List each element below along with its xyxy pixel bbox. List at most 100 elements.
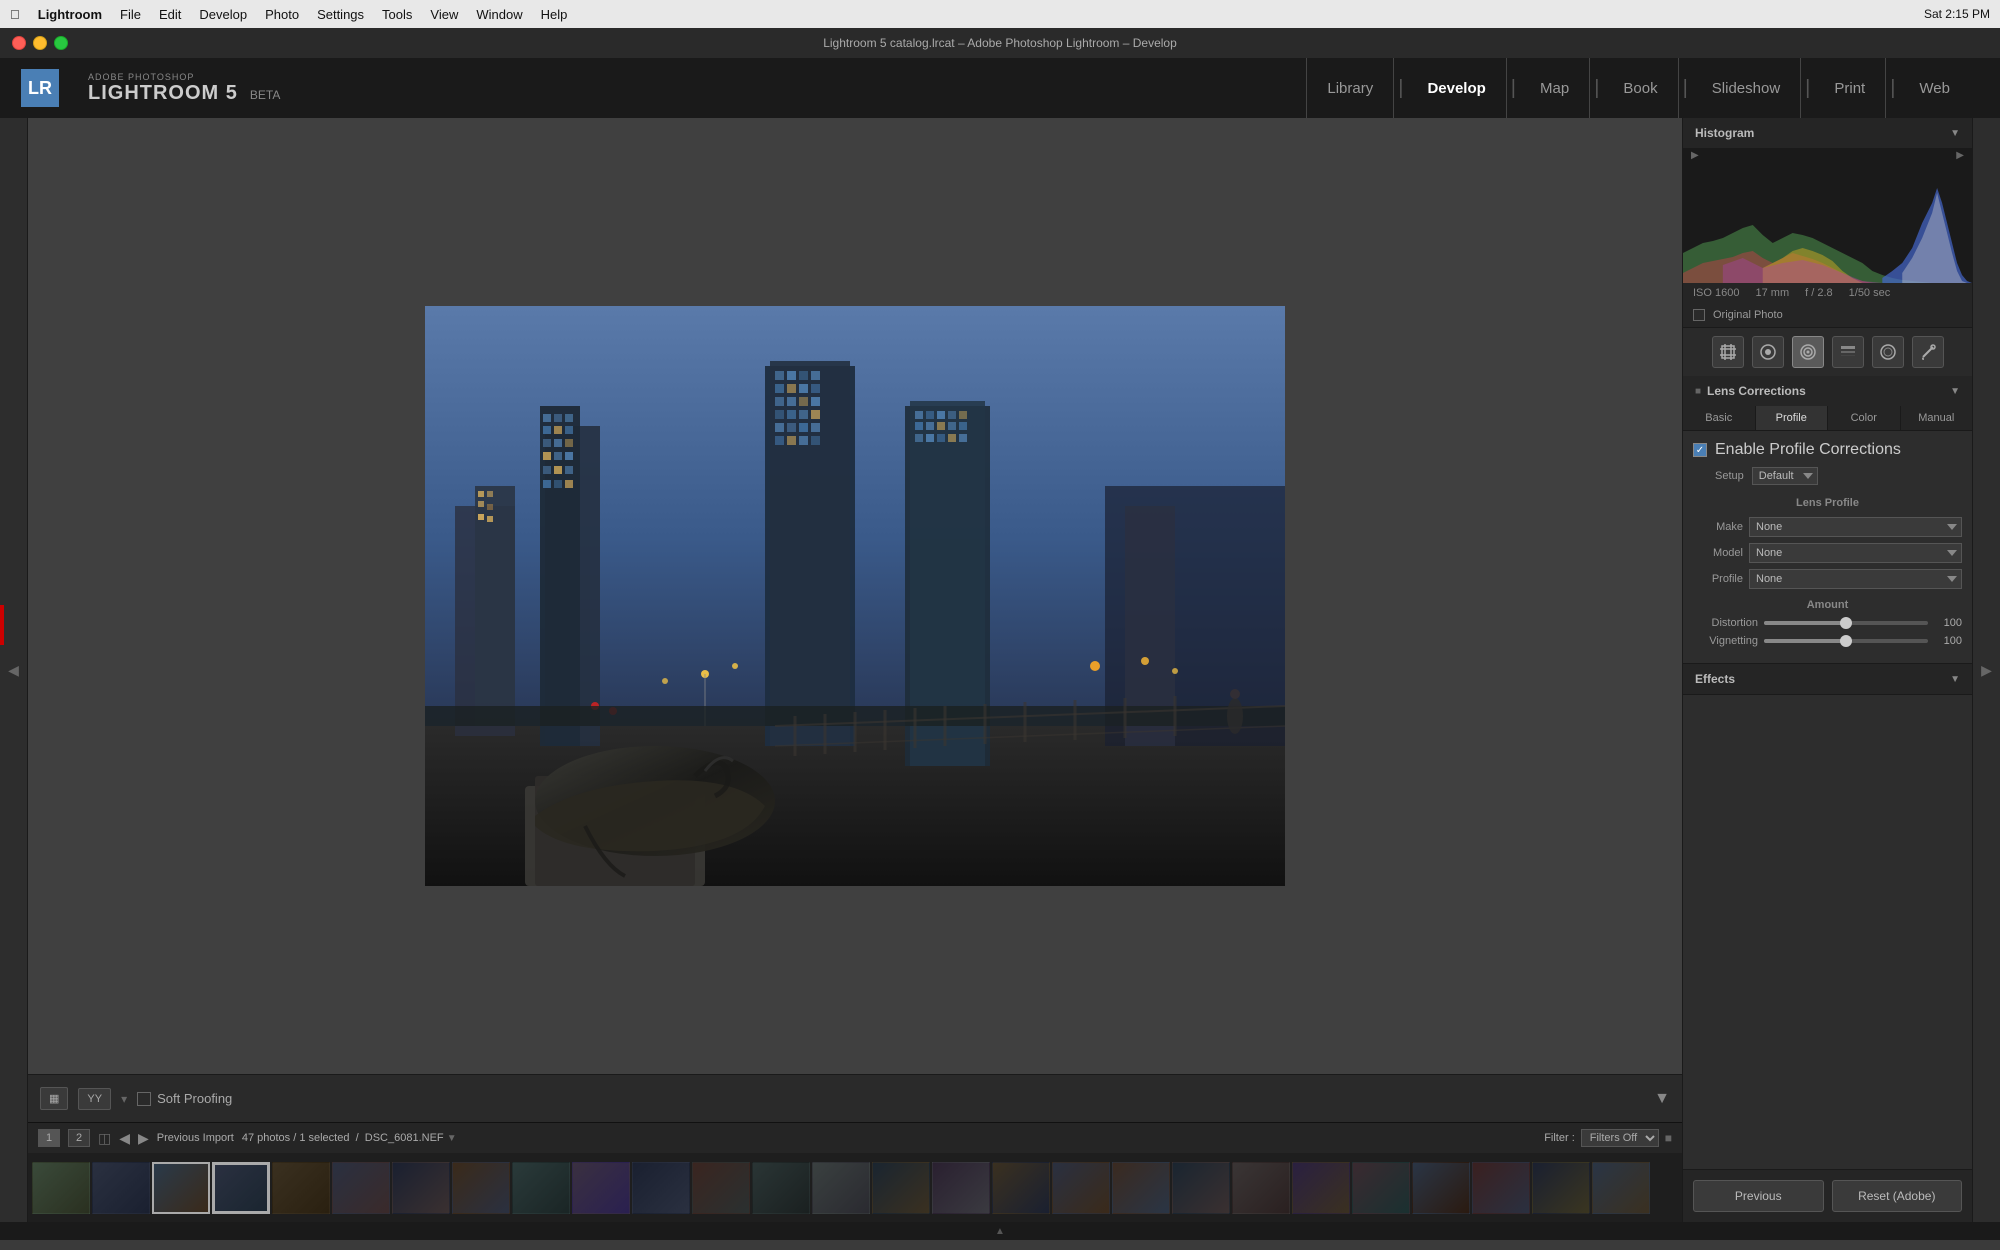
tab-library[interactable]: Library [1306, 58, 1394, 118]
film-thumb-26[interactable] [1532, 1162, 1590, 1214]
film-thumb-1[interactable] [32, 1162, 90, 1214]
tab-book[interactable]: Book [1603, 58, 1678, 118]
expand-button[interactable]: ▼ [1654, 1090, 1670, 1108]
film-thumb-19[interactable] [1112, 1162, 1170, 1214]
lr-logo: LR [0, 58, 80, 118]
view-mode-button[interactable]: ▦ [40, 1087, 68, 1110]
menu-settings[interactable]: Settings [317, 7, 364, 22]
crop-tool-icon[interactable] [1712, 336, 1744, 368]
tab-map[interactable]: Map [1520, 58, 1590, 118]
film-thumb-20[interactable] [1172, 1162, 1230, 1214]
tab-slideshow[interactable]: Slideshow [1692, 58, 1801, 118]
film-thumb-14[interactable] [812, 1162, 870, 1214]
menu-view[interactable]: View [430, 7, 458, 22]
make-row: Make None [1693, 517, 1962, 537]
film-thumb-16[interactable] [932, 1162, 990, 1214]
filmstrip-expand-icon[interactable]: ■ [1665, 1131, 1672, 1145]
menu-develop[interactable]: Develop [199, 7, 247, 22]
soft-proofing-row[interactable]: Soft Proofing [137, 1091, 232, 1106]
redeye-icon[interactable] [1792, 336, 1824, 368]
filmstrip-page-1[interactable]: 1 [38, 1129, 60, 1147]
film-thumb-6[interactable] [332, 1162, 390, 1214]
minimize-button[interactable] [33, 36, 47, 50]
filename-dropdown-arrow[interactable]: ▼ [447, 1133, 457, 1144]
tab-print[interactable]: Print [1814, 58, 1886, 118]
iso-value: ISO 1600 [1693, 287, 1739, 299]
toolbar-sep: ▾ [121, 1092, 127, 1106]
clip-highlight-btn[interactable]: ▶ [1956, 150, 1964, 161]
bottom-expand-arrow[interactable]: ▲ [995, 1226, 1005, 1237]
menu-tools[interactable]: Tools [382, 7, 412, 22]
film-thumb-27[interactable] [1592, 1162, 1650, 1214]
film-thumb-5[interactable] [272, 1162, 330, 1214]
apple-menu[interactable]:  [10, 7, 20, 22]
filmstrip-page-2[interactable]: 2 [68, 1129, 90, 1147]
film-thumb-12[interactable] [692, 1162, 750, 1214]
distortion-slider[interactable] [1764, 621, 1928, 625]
soft-proofing-checkbox[interactable] [137, 1092, 151, 1106]
film-thumb-22[interactable] [1292, 1162, 1350, 1214]
lightroom-text: LIGHTROOM 5 [88, 82, 238, 105]
film-thumb-18[interactable] [1052, 1162, 1110, 1214]
lens-tab-profile[interactable]: Profile [1756, 406, 1829, 430]
lens-tab-manual[interactable]: Manual [1901, 406, 1973, 430]
model-select[interactable]: None [1749, 543, 1962, 563]
menu-edit[interactable]: Edit [159, 7, 181, 22]
film-thumb-17[interactable] [992, 1162, 1050, 1214]
original-photo-checkbox[interactable] [1693, 309, 1705, 321]
enable-corrections-checkbox[interactable]: ✓ [1693, 443, 1707, 457]
vignetting-slider[interactable] [1764, 639, 1928, 643]
menu-photo[interactable]: Photo [265, 7, 299, 22]
filmstrip-prev-btn[interactable]: ◀ [119, 1130, 130, 1147]
film-thumb-25[interactable] [1472, 1162, 1530, 1214]
spot-removal-icon[interactable] [1752, 336, 1784, 368]
reset-button[interactable]: Reset (Adobe) [1832, 1180, 1963, 1212]
film-thumb-3[interactable] [152, 1162, 210, 1214]
film-thumb-7[interactable] [392, 1162, 450, 1214]
film-thumb-13[interactable] [752, 1162, 810, 1214]
close-button[interactable] [12, 36, 26, 50]
right-panel: Histogram ▼ ▶ ▶ [1682, 118, 1972, 1222]
graduated-filter-icon[interactable] [1832, 336, 1864, 368]
right-panel-toggle[interactable]: ▶ [1972, 118, 2000, 1222]
filmstrip-grid-icon[interactable]: ◫ [98, 1130, 111, 1147]
film-thumb-2[interactable] [92, 1162, 150, 1214]
histogram-metadata: ISO 1600 17 mm f / 2.8 1/50 sec [1683, 283, 1972, 303]
lens-corrections-header[interactable]: ■ Lens Corrections ▼ [1683, 376, 1972, 406]
clip-shadow-btn[interactable]: ▶ [1691, 150, 1699, 161]
film-thumb-15[interactable] [872, 1162, 930, 1214]
menu-file[interactable]: File [120, 7, 141, 22]
distortion-thumb[interactable] [1840, 617, 1852, 629]
filter-select[interactable]: Filters Off [1581, 1129, 1659, 1147]
menu-help[interactable]: Help [541, 7, 568, 22]
menu-window[interactable]: Window [476, 7, 522, 22]
filmstrip-next-btn[interactable]: ▶ [138, 1130, 149, 1147]
film-thumb-24[interactable] [1412, 1162, 1470, 1214]
profile-select[interactable]: None [1749, 569, 1962, 589]
effects-header[interactable]: Effects ▼ [1683, 664, 1972, 694]
film-thumb-10[interactable] [572, 1162, 630, 1214]
film-thumb-4[interactable] [212, 1162, 270, 1214]
left-panel-toggle[interactable]: ◀ [0, 118, 28, 1222]
yy-button[interactable]: YY [78, 1088, 111, 1110]
app-menu-name[interactable]: Lightroom [38, 7, 102, 22]
film-thumb-23[interactable] [1352, 1162, 1410, 1214]
setup-select[interactable]: Default Auto Custom [1752, 467, 1818, 485]
right-panel-arrow: ▶ [1981, 662, 1992, 679]
film-thumb-9[interactable] [512, 1162, 570, 1214]
histogram-header[interactable]: Histogram ▼ [1683, 118, 1972, 148]
tab-web[interactable]: Web [1899, 58, 1970, 118]
film-thumb-11[interactable] [632, 1162, 690, 1214]
lens-tab-basic[interactable]: Basic [1683, 406, 1756, 430]
vignetting-thumb[interactable] [1840, 635, 1852, 647]
maximize-button[interactable] [54, 36, 68, 50]
red-edge-indicator [0, 605, 4, 645]
lens-tab-color[interactable]: Color [1828, 406, 1901, 430]
previous-button[interactable]: Previous [1693, 1180, 1824, 1212]
radial-filter-icon[interactable] [1872, 336, 1904, 368]
adjustment-brush-icon[interactable] [1912, 336, 1944, 368]
film-thumb-8[interactable] [452, 1162, 510, 1214]
film-thumb-21[interactable] [1232, 1162, 1290, 1214]
make-select[interactable]: None [1749, 517, 1962, 537]
tab-develop[interactable]: Develop [1407, 58, 1506, 118]
